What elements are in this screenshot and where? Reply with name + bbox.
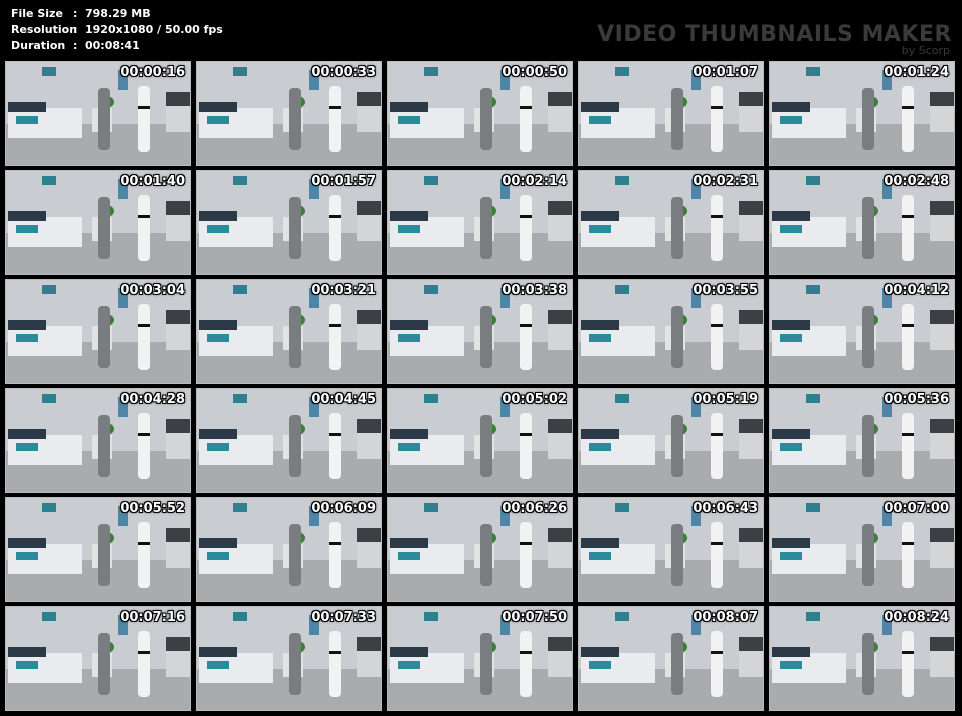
thumbnail[interactable]: 00:05:52	[5, 497, 191, 602]
thumbnail-grid: 00:00:16 00:00:33 00:00:50 00:01:07 00:01:24…	[5, 61, 960, 715]
watermark-title: VIDEO THUMBNAILS MAKER	[597, 22, 952, 47]
thumbnail-timestamp: 00:06:43	[693, 501, 758, 516]
info-separator: :	[73, 39, 78, 52]
thumbnail-timestamp: 00:01:57	[311, 174, 376, 189]
thumbnail[interactable]: 00:08:07	[578, 606, 764, 711]
thumbnail[interactable]: 00:05:36	[769, 388, 955, 493]
thumbnail-timestamp: 00:01:24	[884, 65, 949, 80]
thumbnail-timestamp: 00:05:36	[884, 392, 949, 407]
info-label: Duration	[11, 39, 66, 52]
thumbnail[interactable]: 00:07:00	[769, 497, 955, 602]
thumbnail[interactable]: 00:07:50	[387, 606, 573, 711]
thumbnail[interactable]: 00:03:55	[578, 279, 764, 384]
thumbnail-timestamp: 00:00:16	[120, 65, 185, 80]
thumbnail-timestamp: 00:07:33	[311, 610, 376, 625]
thumbnail-sheet: File Size:798.29 MB Resolution:1920x1080 …	[0, 0, 962, 716]
thumbnail-timestamp: 00:08:24	[884, 610, 949, 625]
thumbnail[interactable]: 00:05:02	[387, 388, 573, 493]
info-separator: :	[73, 23, 78, 36]
thumbnail-timestamp: 00:04:28	[120, 392, 185, 407]
thumbnail[interactable]: 00:07:33	[196, 606, 382, 711]
thumbnail[interactable]: 00:06:26	[387, 497, 573, 602]
thumbnail[interactable]: 00:07:16	[5, 606, 191, 711]
thumbnail-timestamp: 00:03:38	[502, 283, 567, 298]
thumbnail-timestamp: 00:02:48	[884, 174, 949, 189]
thumbnail[interactable]: 00:02:31	[578, 170, 764, 275]
thumbnail-timestamp: 00:04:45	[311, 392, 376, 407]
info-row: Duration:00:08:41	[11, 38, 223, 54]
info-label: File Size	[11, 7, 63, 20]
info-value: 798.29 MB	[85, 7, 151, 20]
thumbnail[interactable]: 00:06:09	[196, 497, 382, 602]
thumbnail-timestamp: 00:07:16	[120, 610, 185, 625]
info-separator: :	[73, 7, 78, 20]
thumbnail-timestamp: 00:01:07	[693, 65, 758, 80]
thumbnail[interactable]: 00:01:40	[5, 170, 191, 275]
thumbnail[interactable]: 00:02:48	[769, 170, 955, 275]
info-value: 00:08:41	[85, 39, 140, 52]
thumbnail[interactable]: 00:05:19	[578, 388, 764, 493]
thumbnail[interactable]: 00:01:57	[196, 170, 382, 275]
thumbnail-timestamp: 00:02:14	[502, 174, 567, 189]
thumbnail[interactable]: 00:08:24	[769, 606, 955, 711]
thumbnail-timestamp: 00:06:26	[502, 501, 567, 516]
thumbnail-timestamp: 00:00:50	[502, 65, 567, 80]
thumbnail[interactable]: 00:03:38	[387, 279, 573, 384]
thumbnail-timestamp: 00:05:52	[120, 501, 185, 516]
info-label: Resolution	[11, 23, 78, 36]
thumbnail-timestamp: 00:02:31	[693, 174, 758, 189]
thumbnail[interactable]: 00:00:33	[196, 61, 382, 166]
thumbnail-timestamp: 00:05:19	[693, 392, 758, 407]
thumbnail[interactable]: 00:02:14	[387, 170, 573, 275]
info-value: 1920x1080 / 50.00 fps	[85, 23, 223, 36]
thumbnail[interactable]: 00:01:07	[578, 61, 764, 166]
thumbnail[interactable]: 00:04:12	[769, 279, 955, 384]
thumbnail-timestamp: 00:03:55	[693, 283, 758, 298]
thumbnail[interactable]: 00:04:28	[5, 388, 191, 493]
thumbnail-timestamp: 00:07:00	[884, 501, 949, 516]
thumbnail[interactable]: 00:00:16	[5, 61, 191, 166]
file-info-panel: File Size:798.29 MB Resolution:1920x1080 …	[11, 6, 223, 54]
thumbnail[interactable]: 00:01:24	[769, 61, 955, 166]
thumbnail-timestamp: 00:00:33	[311, 65, 376, 80]
thumbnail[interactable]: 00:06:43	[578, 497, 764, 602]
thumbnail-timestamp: 00:05:02	[502, 392, 567, 407]
thumbnail-timestamp: 00:03:21	[311, 283, 376, 298]
thumbnail[interactable]: 00:00:50	[387, 61, 573, 166]
watermark-subtitle: by Scorp	[901, 44, 950, 57]
thumbnail-timestamp: 00:03:04	[120, 283, 185, 298]
thumbnail[interactable]: 00:04:45	[196, 388, 382, 493]
info-row: Resolution:1920x1080 / 50.00 fps	[11, 22, 223, 38]
thumbnail[interactable]: 00:03:21	[196, 279, 382, 384]
thumbnail-timestamp: 00:08:07	[693, 610, 758, 625]
thumbnail-timestamp: 00:07:50	[502, 610, 567, 625]
thumbnail-timestamp: 00:06:09	[311, 501, 376, 516]
info-row: File Size:798.29 MB	[11, 6, 223, 22]
thumbnail-timestamp: 00:04:12	[884, 283, 949, 298]
thumbnail-timestamp: 00:01:40	[120, 174, 185, 189]
thumbnail[interactable]: 00:03:04	[5, 279, 191, 384]
